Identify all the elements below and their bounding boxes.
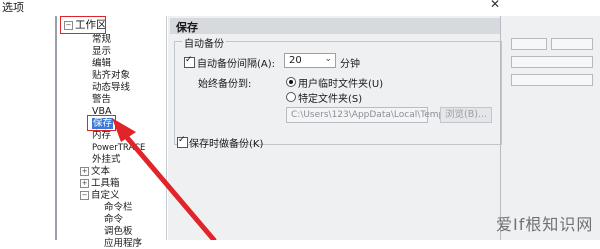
watermark: 爱If根知识网 <box>496 215 594 234</box>
annotation-arrow <box>112 118 217 240</box>
